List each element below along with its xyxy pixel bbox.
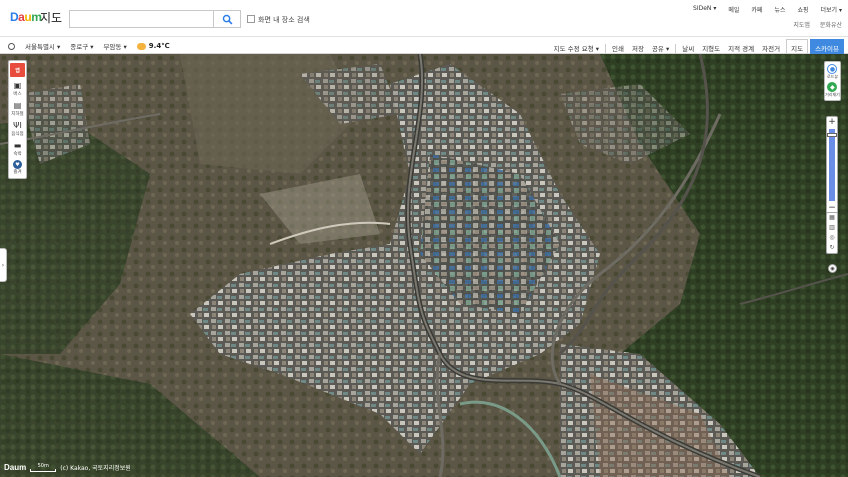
map-view-controls: ● 로드뷰 ◆ 거리재기	[824, 61, 841, 101]
restaurant-icon: ΨΙ	[13, 121, 22, 130]
topnav-more[interactable]: 더보기 ▾	[821, 5, 842, 14]
map-grid-icon[interactable]: ▦	[828, 214, 836, 222]
hotel-icon: ▬	[13, 141, 22, 150]
header: Daum 지도 화면 내 장소 검색 SIDeN ▾ 메일 카페 뉴스 쇼핑 더…	[0, 0, 848, 36]
daum-logo[interactable]: Daum	[10, 10, 42, 24]
distance-label: 거리재기	[825, 92, 840, 97]
scale-line	[30, 469, 57, 472]
category-hotel[interactable]: ▬ 숙박	[9, 140, 26, 157]
zoom-control: + −	[826, 116, 838, 214]
copyright-text: (c) Kakao, 국토지리정보원	[60, 465, 131, 472]
location-dong[interactable]: 부암동 ▾	[104, 41, 127, 51]
panel-toggle-tab[interactable]: ›	[0, 248, 7, 282]
zoom-in-button[interactable]: +	[827, 117, 837, 127]
bus-icon: ▣	[13, 81, 22, 90]
category-favorites[interactable]: ♥ 즐겨	[9, 160, 26, 175]
map-layer-icon[interactable]: ▥	[828, 224, 836, 232]
top-navigation: SIDeN ▾ 메일 카페 뉴스 쇼핑 더보기 ▾	[693, 5, 842, 14]
category-bus[interactable]: ▣ 버스	[9, 80, 26, 97]
rotate-icon[interactable]: ↻	[828, 244, 836, 252]
category-restaurant[interactable]: ΨΙ 음식점	[9, 120, 26, 137]
category-label: 음식점	[11, 132, 24, 137]
divider	[675, 43, 677, 53]
search-button[interactable]	[213, 10, 241, 28]
compass-icon[interactable]: ◎	[828, 234, 836, 242]
search-input[interactable]	[69, 10, 214, 28]
service-title[interactable]: 지도	[40, 9, 62, 26]
category-label: 즐겨	[13, 170, 22, 175]
topnav-mail[interactable]: 메일	[728, 5, 739, 14]
topnav-user[interactable]: SIDeN ▾	[693, 5, 716, 14]
roadview-icon: ●	[827, 64, 838, 74]
my-location-button[interactable]: ◉	[828, 264, 837, 273]
scale-bar: 50m	[30, 463, 57, 472]
topnav-cafe[interactable]: 카페	[751, 5, 762, 14]
map-toolbar: 서울특별시 ▾ 종로구 ▾ 부암동 ▾ 9.4℃ 지도 수정 요청 ▾ 인쇄 저…	[0, 36, 848, 57]
distance-button[interactable]: ◆ 거리재기	[825, 82, 840, 98]
weather-cloud-sun-icon	[136, 42, 146, 50]
satellite-imagery	[0, 54, 848, 477]
location-district[interactable]: 종로구 ▾	[70, 41, 93, 51]
category-label: 지하철	[11, 112, 24, 117]
map-extra-controls: ▦ ▥ ◎ ↻	[826, 212, 838, 254]
subnav-heritage[interactable]: 문화유산	[820, 20, 842, 29]
area-search-checkbox[interactable]	[247, 15, 255, 23]
favorites-icon: ♥	[13, 160, 22, 169]
location-city[interactable]: 서울특별시 ▾	[25, 41, 60, 51]
roadview-button[interactable]: ● 로드뷰	[827, 64, 838, 80]
category-label: 숙박	[13, 152, 22, 157]
sub-navigation: 지도앱 문화유산	[793, 20, 842, 29]
divider	[605, 43, 606, 53]
map-footer: Daum 50m (c) Kakao, 국토지리정보원	[4, 463, 131, 472]
temperature: 9.4℃	[148, 42, 170, 50]
daum-app-badge[interactable]: 앱	[10, 63, 25, 77]
zoom-slider[interactable]	[827, 129, 837, 201]
category-subway[interactable]: ▤ 지하철	[9, 100, 26, 117]
topnav-news[interactable]: 뉴스	[774, 5, 785, 14]
category-panel: 앱 ▣ 버스 ▤ 지하철 ΨΙ 음식점 ▬ 숙박 ♥ 즐겨	[8, 60, 27, 179]
roadview-label: 로드뷰	[826, 74, 839, 79]
location-pin-icon: ◉	[830, 265, 835, 272]
satellite-map[interactable]	[0, 54, 848, 477]
category-label: 버스	[13, 92, 22, 97]
chevron-right-icon: ›	[1, 261, 5, 269]
weather-widget[interactable]: 9.4℃	[136, 42, 170, 50]
topnav-shopping[interactable]: 쇼핑	[797, 5, 808, 14]
location-pin-icon[interactable]	[8, 42, 15, 50]
ruler-icon: ◆	[827, 82, 838, 92]
subway-icon: ▤	[13, 101, 22, 110]
location-breadcrumb: 서울특별시 ▾ 종로구 ▾ 부암동 ▾ 9.4℃	[8, 41, 170, 51]
subnav-map-app[interactable]: 지도앱	[793, 20, 810, 29]
area-search-label: 화면 내 장소 검색	[258, 16, 310, 24]
daum-footer-logo: Daum	[4, 463, 27, 472]
zoom-slider-handle[interactable]	[827, 133, 837, 137]
search-icon	[222, 14, 232, 24]
